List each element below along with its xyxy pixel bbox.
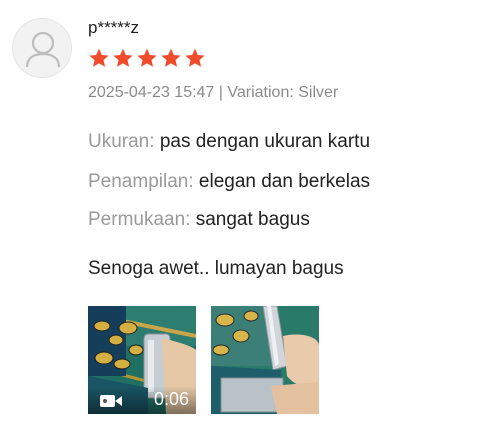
photo-thumbnail-image <box>211 306 319 414</box>
attribute-label: Penampilan: <box>88 171 194 192</box>
star-icon <box>113 48 133 67</box>
attribute-value: sangat bagus <box>195 209 310 230</box>
star-icon <box>89 48 109 67</box>
attribute-label: Ukuran: <box>88 131 155 152</box>
user-silhouette-icon <box>25 31 61 68</box>
video-camera-icon <box>100 395 122 407</box>
star-icon <box>185 48 205 67</box>
attribute-penampilan: Penampilan: elegan dan berkelas <box>88 171 370 193</box>
avatar[interactable] <box>12 18 72 78</box>
video-duration: 0:06 <box>153 389 189 409</box>
reviewer-username: p*****z <box>88 18 140 37</box>
attribute-value: pas dengan ukuran kartu <box>159 131 371 152</box>
star-icon <box>161 48 181 67</box>
review-comment: Senoga awet.. lumayan bagus <box>88 258 344 279</box>
star-icon <box>137 48 157 67</box>
attribute-ukuran: Ukuran: pas dengan ukuran kartu <box>88 131 370 153</box>
rating-stars <box>88 47 206 69</box>
review-photo-thumbnail[interactable] <box>211 306 319 414</box>
attribute-value: elegan dan berkelas <box>198 171 371 192</box>
review-video-thumbnail[interactable]: 0:06 <box>88 306 196 414</box>
review-meta: 2025-04-23 15:47 | Variation: Silver <box>88 84 339 101</box>
attribute-permukaan: Permukaan: sangat bagus <box>88 209 310 231</box>
attribute-label: Permukaan: <box>88 209 191 230</box>
